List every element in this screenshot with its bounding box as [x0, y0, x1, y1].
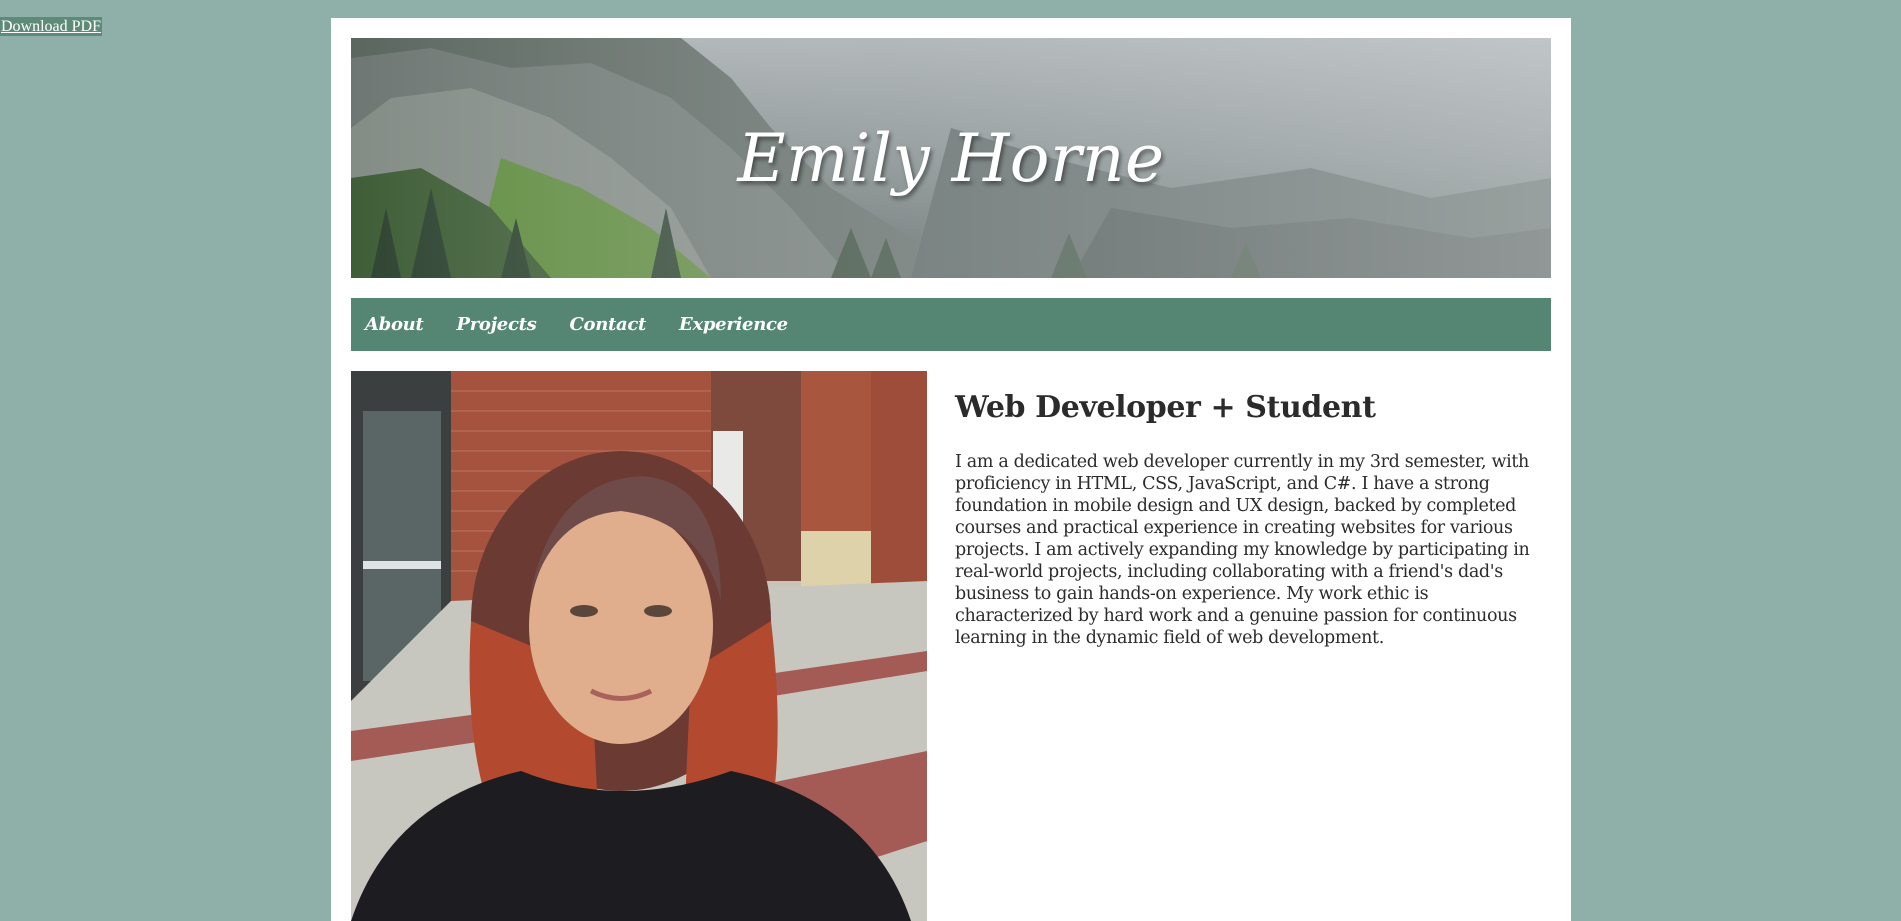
nav-item-experience[interactable]: Experience — [679, 314, 788, 335]
nav-item-projects[interactable]: Projects — [456, 314, 536, 335]
site-title: Emily Horne — [737, 119, 1165, 197]
main-nav: About Projects Contact Experience — [351, 298, 1551, 351]
bio-paragraph: I am a dedicated web developer currently… — [955, 452, 1530, 648]
about-section: Web Developer + Student I am a dedicated… — [955, 388, 1551, 649]
nav-item-contact[interactable]: Contact — [569, 314, 646, 335]
profile-photo-image — [351, 371, 927, 921]
profile-photo — [351, 371, 927, 921]
nav-item-about[interactable]: About — [365, 314, 424, 335]
download-pdf-link[interactable]: Download PDF — [0, 17, 103, 36]
page-heading: Web Developer + Student — [955, 390, 1376, 425]
page-card: Emily Horne About Projects Contact Exper… — [331, 18, 1571, 921]
header-banner: Emily Horne — [351, 38, 1551, 278]
